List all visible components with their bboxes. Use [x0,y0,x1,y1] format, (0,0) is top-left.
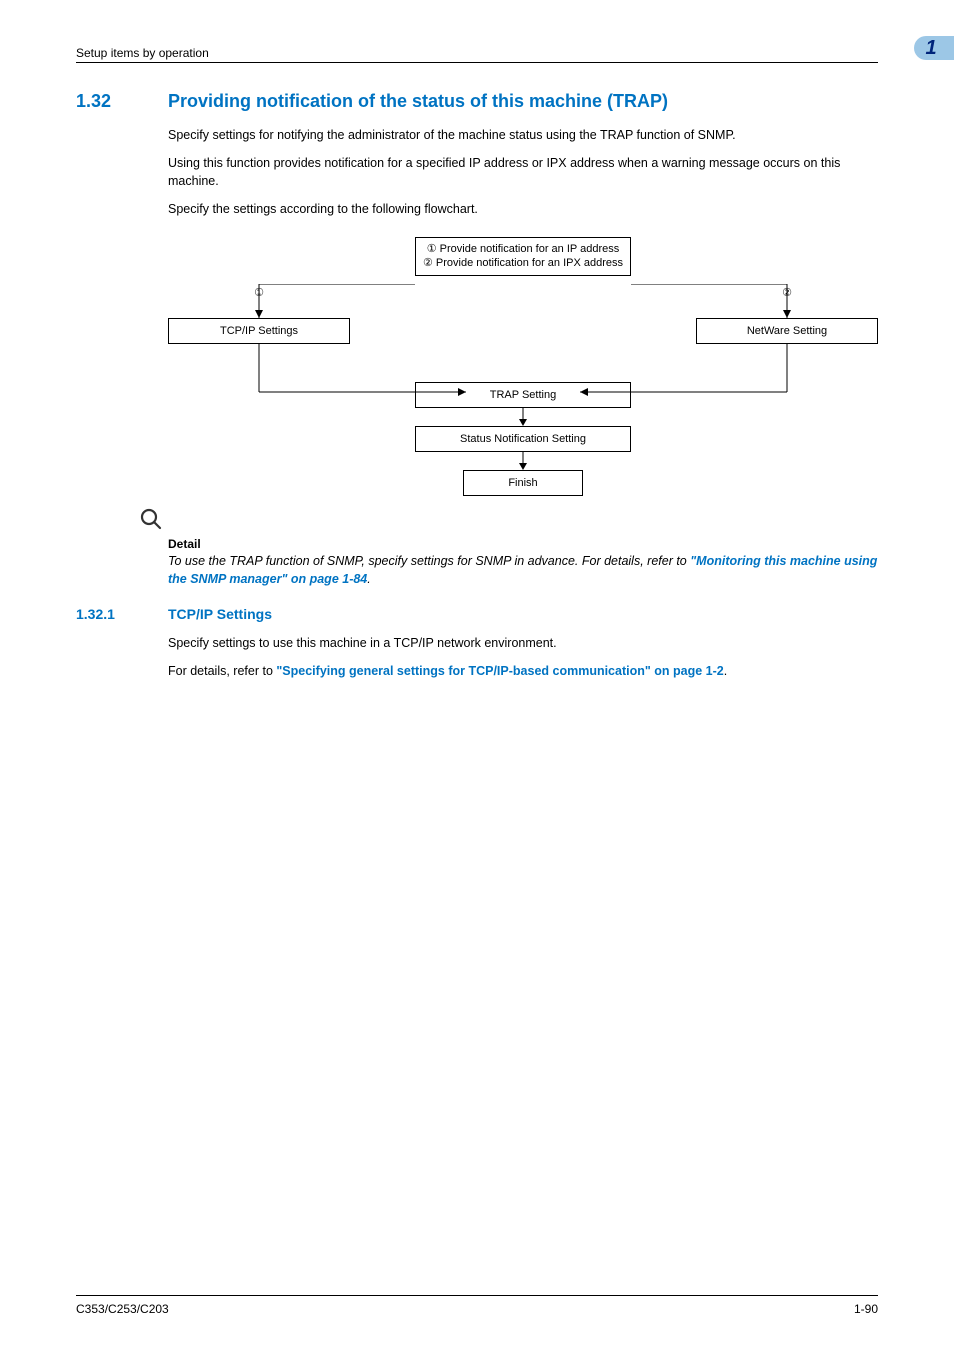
para: For details, refer to "Specifying genera… [168,662,878,680]
subsection-title: TCP/IP Settings [168,606,272,622]
section-heading: 1.32 Providing notification of the statu… [76,91,878,112]
para: Specify settings to use this machine in … [168,634,878,652]
flow-branch-row: TCP/IP Settings NetWare Setting [168,318,878,344]
section-number: 1.32 [76,91,140,112]
flow-box-status: Status Notification Setting [415,426,631,452]
flow-box-netware: NetWare Setting [696,318,878,344]
para-text-post: . [724,664,727,678]
para: Using this function provides notificatio… [168,154,878,190]
flow-decision-box: ① Provide notification for an IP address… [415,237,631,277]
flow-box-trap: TRAP Setting [415,382,631,408]
flow-connector: ① ② [168,284,878,318]
flow-box-finish: Finish [463,470,583,496]
flow-center-column: TRAP Setting Status Notification Setting… [415,382,631,496]
detail-text-post: . [367,572,370,586]
footer-model: C353/C253/C203 [76,1302,169,1316]
page-footer: C353/C253/C203 1-90 [76,1295,878,1316]
flowchart: ① Provide notification for an IP address… [168,237,878,497]
section-title: Providing notification of the status of … [168,91,668,112]
flow-branch-label-left: ① [254,287,264,299]
subsection-body: Specify settings to use this machine in … [168,634,878,680]
section-body: Specify settings for notifying the admin… [168,126,878,496]
arrow-down-icon [415,452,631,470]
footer-row: C353/C253/C203 1-90 [76,1302,878,1316]
subsection-number: 1.32.1 [76,606,140,622]
flow-branch-label-right: ② [782,287,792,299]
para-text-pre: For details, refer to [168,664,276,678]
chapter-number-tab: 1 [914,36,954,60]
cross-ref-link[interactable]: "Specifying general settings for TCP/IP-… [276,664,723,678]
flow-right-column: NetWare Setting [696,318,878,344]
flow-left-column: TCP/IP Settings [168,318,350,344]
detail-text-pre: To use the TRAP function of SNMP, specif… [168,554,690,568]
footer-rule [76,1295,878,1296]
page: Setup items by operation 1 1.32 Providin… [0,0,954,1350]
footer-page-number: 1-90 [854,1302,878,1316]
detail-note: Detail To use the TRAP function of SNMP,… [168,508,878,588]
flow-text: ① Provide notification for an IP address [422,242,624,257]
flow-box-tcpip: TCP/IP Settings [168,318,350,344]
subsection-heading: 1.32.1 TCP/IP Settings [76,606,878,622]
header-rule [76,62,878,63]
arrow-down-icon [415,408,631,426]
running-header: Setup items by operation [76,46,209,60]
detail-heading: Detail [168,537,878,551]
magnifier-icon [140,508,878,535]
detail-body: To use the TRAP function of SNMP, specif… [168,553,878,588]
para: Specify settings for notifying the admin… [168,126,878,144]
flow-text: ② Provide notification for an IPX addres… [422,256,624,271]
para: Specify the settings according to the fo… [168,200,878,218]
page-header: Setup items by operation 1 [76,36,878,60]
